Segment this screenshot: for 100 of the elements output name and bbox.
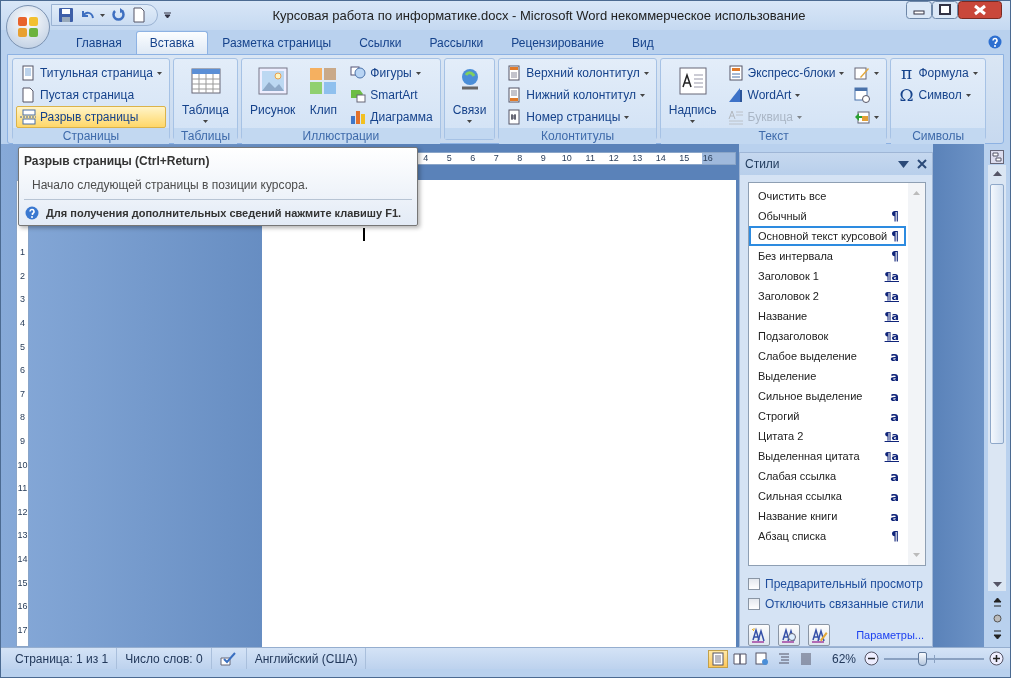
help-icon[interactable]	[988, 34, 1002, 49]
pane-button[interactable]	[778, 624, 800, 647]
ribbon-button[interactable]: Рисунок	[245, 62, 301, 129]
style-item[interactable]: Основной текст курсовой ¶	[749, 226, 906, 247]
ribbon-tab[interactable]: Вставка	[135, 31, 209, 55]
style-item[interactable]: Выделенная цитата ¶a	[749, 446, 906, 467]
ribbon-tab[interactable]: Главная	[62, 31, 136, 55]
style-item[interactable]: Заголовок 1 ¶a	[749, 266, 906, 287]
chart-icon	[350, 109, 367, 126]
reading-layout-icon	[732, 651, 747, 666]
ruler-number: 8	[20, 411, 25, 425]
style-item[interactable]: Слабая ссылка a	[749, 466, 906, 487]
group-label: Текст	[660, 128, 887, 145]
word-count[interactable]: Число слов: 0	[117, 648, 212, 669]
proofing-icon[interactable]	[219, 651, 238, 666]
save-icon[interactable]	[58, 7, 74, 24]
ribbon-button[interactable]: Номер страницы	[502, 106, 653, 129]
ribbon-button[interactable]: Верхний колонтитул	[502, 62, 653, 85]
style-item[interactable]: Абзац списка ¶	[749, 526, 906, 547]
ribbon-button[interactable]: Пустая страница	[16, 84, 166, 107]
ribbon-button[interactable]: Диаграмма	[346, 106, 437, 129]
ribbon-button[interactable]: Ω Символ	[894, 84, 982, 107]
ribbon-button[interactable]: Клип	[302, 62, 345, 129]
style-item[interactable]: Цитата 2 ¶a	[749, 426, 906, 447]
ribbon-button[interactable]: Фигуры	[346, 62, 437, 85]
ribbon-button[interactable]: π Формула	[894, 62, 982, 85]
style-item[interactable]: Слабое выделение a	[749, 346, 906, 367]
style-type-mark: ¶a	[884, 429, 899, 443]
page-count[interactable]: Страница: 1 из 1	[7, 648, 118, 669]
zoom-slider[interactable]	[884, 651, 984, 666]
options-link[interactable]: Параметры...	[856, 629, 924, 642]
redo-icon[interactable]	[110, 7, 126, 24]
ruler-toggle-icon[interactable]	[990, 150, 1004, 165]
pane-button[interactable]	[808, 624, 830, 647]
language-indicator[interactable]: Английский (США)	[246, 648, 367, 669]
browse-object-icon[interactable]	[992, 614, 1002, 624]
style-item[interactable]: Обычный ¶	[749, 206, 906, 227]
caret-icon	[100, 13, 105, 17]
style-item[interactable]: Очистить все	[749, 186, 906, 207]
symbol-glyph: Ω	[898, 85, 915, 106]
next-page-icon[interactable]	[992, 630, 1002, 640]
customize-menu-icon[interactable]	[164, 11, 172, 20]
vertical-scrollbar[interactable]	[988, 165, 1006, 592]
ribbon-button[interactable]: Экспресс-блоки	[723, 62, 849, 85]
checkbox-label: Предварительный просмотр	[765, 577, 923, 592]
caret-icon	[972, 71, 978, 75]
office-logo-icon	[16, 15, 40, 39]
scroll-down-icon[interactable]	[992, 582, 1002, 588]
print-layout-icon	[710, 651, 725, 666]
style-item[interactable]: Выделение a	[749, 366, 906, 387]
ribbon-button[interactable]: WordArt	[723, 84, 849, 107]
ruler-number: 11	[17, 482, 28, 496]
slider-thumb[interactable]	[918, 651, 927, 666]
ribbon-tab[interactable]: Рассылки	[415, 31, 498, 55]
style-type-mark: a	[890, 368, 899, 384]
dropdown-icon[interactable]	[898, 160, 909, 168]
checkbox[interactable]	[748, 578, 760, 591]
scroll-up-icon[interactable]	[992, 171, 1002, 177]
ribbon-tab[interactable]: Вид	[617, 31, 668, 55]
ruler-number: 8	[516, 153, 524, 165]
group-label: Таблицы	[174, 128, 238, 145]
ruler-number: 10	[560, 153, 573, 165]
caret-icon	[467, 120, 472, 124]
shapes-icon	[350, 65, 367, 82]
checkbox[interactable]	[748, 598, 760, 611]
ribbon-button[interactable]: Титульная страница	[16, 62, 166, 85]
ribbon-tab[interactable]: Ссылки	[345, 31, 416, 55]
ribbon-tab[interactable]: Рецензирование	[497, 31, 618, 55]
style-item[interactable]: Подзаголовок ¶a	[749, 326, 906, 347]
style-item[interactable]: Сильное выделение a	[749, 386, 906, 407]
style-item[interactable]: Название книги a	[749, 506, 906, 527]
pane-button[interactable]	[748, 624, 770, 647]
document-parts-icon	[727, 65, 744, 82]
ribbon-button[interactable]: SmartArt	[346, 84, 437, 107]
close-icon[interactable]	[958, 1, 1002, 19]
style-type-mark: ¶a	[884, 329, 899, 343]
style-item[interactable]: Сильная ссылка a	[749, 486, 906, 507]
previous-page-icon[interactable]	[992, 598, 1002, 608]
maximize-icon[interactable]	[932, 1, 958, 19]
zoom-out-icon[interactable]	[864, 651, 879, 667]
scroll-thumb[interactable]	[990, 184, 1004, 445]
ruler-number: 11	[584, 153, 596, 165]
style-item[interactable]: Строгий a	[749, 406, 906, 427]
ribbon-tab[interactable]: Разметка страницы	[208, 31, 346, 55]
ribbon-button[interactable]: Связи	[447, 62, 492, 129]
style-item[interactable]: Заголовок 2 ¶a	[749, 286, 906, 307]
zoom-level[interactable]: 62%	[831, 651, 856, 666]
style-type-mark: a	[890, 408, 899, 424]
style-item[interactable]: Название ¶a	[749, 306, 906, 327]
new-document-icon[interactable]	[131, 7, 147, 24]
ribbon-button[interactable]: Надпись	[663, 62, 722, 129]
ribbon-button[interactable]: Разрыв страницы	[16, 106, 166, 129]
ribbon-button[interactable]: Таблица	[177, 62, 235, 129]
view-button[interactable]	[707, 649, 728, 668]
ruler-number: 6	[20, 364, 25, 378]
style-item[interactable]: Без интервала ¶	[749, 246, 906, 267]
style-type-mark: ¶	[891, 249, 899, 264]
close-icon[interactable]	[917, 159, 927, 170]
zoom-in-icon[interactable]	[989, 651, 1004, 667]
ribbon-button[interactable]: Нижний колонтитул	[502, 84, 653, 107]
